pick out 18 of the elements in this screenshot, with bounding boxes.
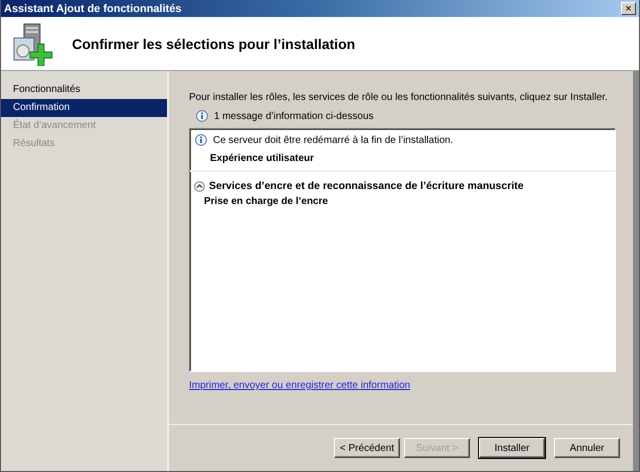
info-summary: 1 message d’information ci-dessous: [214, 110, 374, 122]
print-link[interactable]: Imprimer, envoyer ou enregistrer cette information: [189, 380, 410, 391]
feature-name: Expérience utilisateur: [210, 153, 314, 164]
step-item[interactable]: Confirmation: [1, 99, 167, 117]
window-title: Assistant Ajout de fonctionnalités: [4, 2, 182, 14]
page-heading: Confirmer les sélections pour l’installation: [72, 36, 356, 52]
info-icon: [196, 110, 208, 122]
info-icon: [195, 134, 207, 146]
collapse-icon[interactable]: [194, 180, 205, 192]
close-button[interactable]: ×: [621, 2, 636, 15]
wizard-button[interactable]: Annuler: [554, 438, 620, 458]
instruction-text: Pour installer les rôles, les services de rôle ou les fonctionnalités suivants, cliquez sur Installer.: [189, 92, 608, 103]
step-item[interactable]: Fonctionnalités: [1, 81, 167, 99]
feature-name: Prise en charge de l’encre: [204, 196, 328, 207]
info-message: Ce serveur doit être redémarré à la fin de l’installation.: [213, 134, 454, 146]
wizard-button[interactable]: < Précédent: [334, 438, 400, 458]
group-title: Services d’encre et de reconnaissance de l’écriture manuscrite: [209, 180, 524, 192]
wizard-button[interactable]: Installer: [479, 438, 545, 458]
